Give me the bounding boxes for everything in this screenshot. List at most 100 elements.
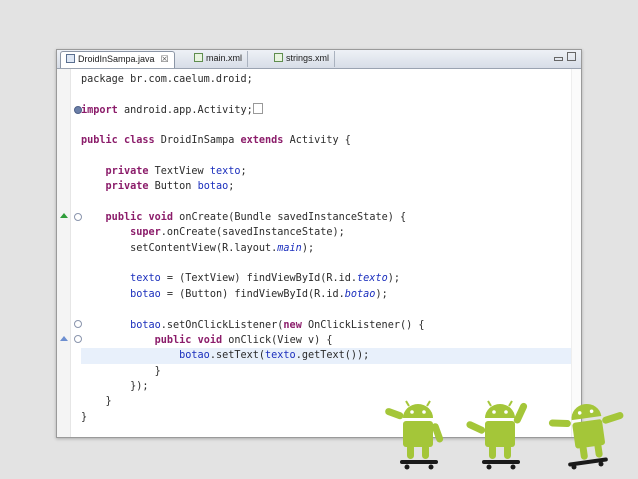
code-text: .setOnClickListener( [160,319,284,331]
field-name: botao [130,319,161,331]
field-name: botao [197,181,229,193]
code-text: OnClickListener() { [301,319,425,331]
field-name: texto [209,166,241,178]
tab-main-xml[interactable]: main.xml [189,51,249,67]
keyword: void [148,212,174,224]
code-line: private Button botao; [81,179,569,194]
code-text: .setText( [209,350,266,362]
code-line: }); [81,379,569,394]
editor-ruler [57,69,71,437]
code-text: ); [301,242,315,254]
keyword: class [123,135,155,147]
code-line: } [81,364,569,379]
android-robot-icon [385,400,444,470]
tab-label: main.xml [206,53,243,63]
code-line: super.onCreate(savedInstanceState); [81,225,569,240]
code-text: = (Button) findViewById(R.id. [160,288,345,300]
code-text: } [105,396,112,408]
code-line: setContentView(R.layout.main); [81,241,569,256]
maximize-icon[interactable] [567,52,576,61]
keyword: private [105,181,149,193]
code-text: } [154,365,161,377]
code-text: DroidInSampa [154,135,241,147]
field-name: botao [344,288,376,300]
code-text: Button [148,181,198,193]
tab-droidinsampa-java[interactable]: DroidInSampa.java ☒ [60,51,175,68]
keyword: private [105,166,149,178]
xml-file-icon [274,53,283,62]
code-text: setContentView(R.layout. [130,242,278,254]
editor-window: DroidInSampa.java ☒ main.xml strings.xml … [56,49,582,438]
code-line: package br.com.caelum.droid; [81,72,569,87]
keyword: super [130,227,161,239]
editor-tab-bar: DroidInSampa.java ☒ main.xml strings.xml [57,50,581,69]
field-name: botao [179,350,210,362]
code-text: ); [387,273,400,285]
field-name: botao [130,288,161,300]
code-text: android.app.Activity; [117,104,253,116]
code-text: Activity { [283,135,351,147]
keyword: new [283,319,302,331]
tab-strings-xml[interactable]: strings.xml [269,51,336,67]
code-text: ; [228,181,235,193]
keyword: public [154,334,192,346]
minimize-icon[interactable] [554,57,563,61]
code-text: ); [375,288,388,300]
code-text: package br.com.caelum.droid; [81,74,253,85]
code-text: = (TextView) findViewById(R.id. [160,273,358,285]
code-line: public void onCreate(Bundle savedInstanc… [81,210,569,225]
code-editor[interactable]: package br.com.caelum.droid; import andr… [81,72,571,425]
code-text: }); [130,380,149,392]
keyword: import [81,104,118,116]
code-text: onCreate(Bundle savedInstanceState) { [173,212,407,224]
tab-label: strings.xml [286,53,330,63]
android-robot-icon [548,404,624,470]
override-marker-icon[interactable] [60,213,68,218]
xml-file-icon [194,53,203,62]
field-name: texto [265,350,296,362]
code-line: botao.setOnClickListener(new OnClickList… [81,318,569,333]
code-line: private TextView texto; [81,164,569,179]
code-text: .onCreate(savedInstanceState); [160,227,345,239]
field-name: texto [357,273,388,285]
code-line: import android.app.Activity; [81,102,569,118]
keyword: public [81,135,118,147]
vertical-scrollbar[interactable] [571,69,581,437]
tab-label: DroidInSampa.java [78,54,155,64]
keyword: extends [240,135,284,147]
code-line-current: botao.setText(texto.getText()); [81,348,571,364]
implement-marker-icon[interactable] [60,336,68,341]
field-name: main [277,242,302,254]
code-line: public class DroidInSampa extends Activi… [81,133,569,148]
code-line: texto = (TextView) findViewById(R.id.tex… [81,271,569,286]
code-line: public void onClick(View v) { [81,333,569,348]
java-file-icon [66,54,75,63]
folded-import-icon[interactable] [252,102,263,114]
android-robot-icon [466,400,528,470]
keyword: public [105,212,143,224]
code-line: botao = (Button) findViewById(R.id.botao… [81,287,569,302]
code-text: } [81,411,88,423]
keyword: void [197,334,223,346]
code-text: .getText()); [295,350,370,362]
close-icon[interactable]: ☒ [161,54,169,64]
field-name: texto [130,273,161,285]
code-text: onClick(View v) { [222,334,333,346]
